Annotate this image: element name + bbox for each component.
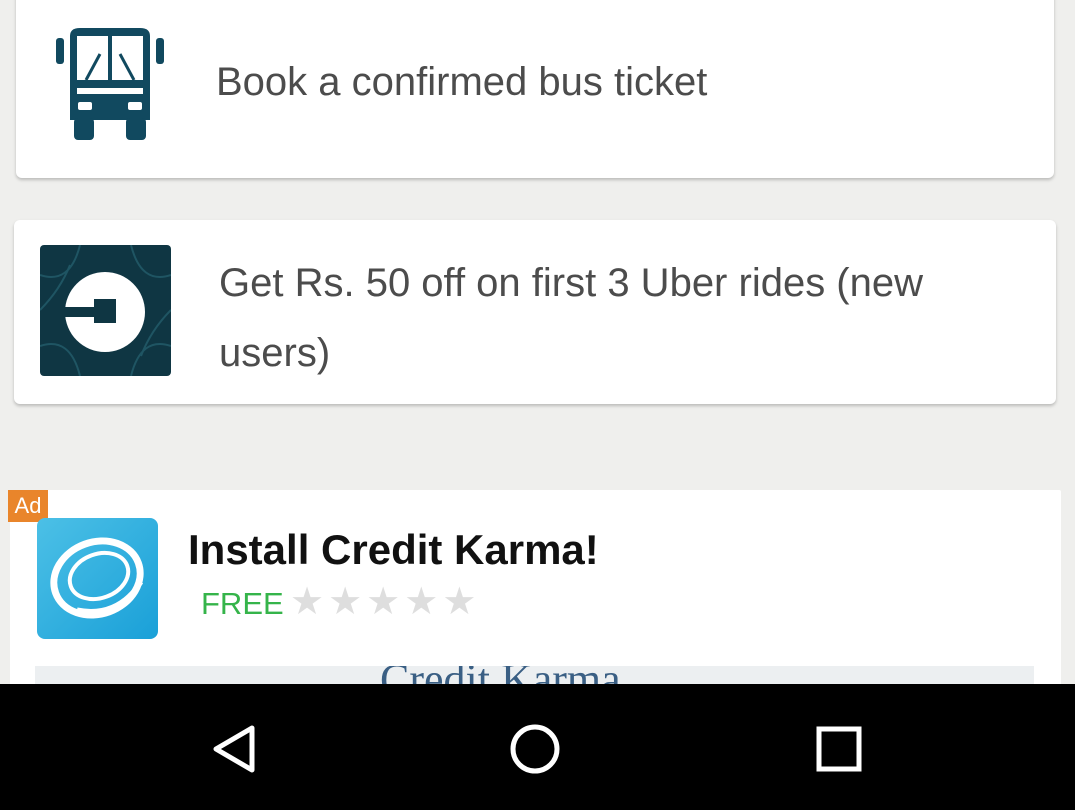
uber-logo-icon [39, 244, 172, 377]
uber-offer-card[interactable]: Get Rs. 50 off on first 3 Uber rides (ne… [14, 220, 1056, 404]
ad-badge: Ad [8, 490, 48, 522]
back-triangle-icon[interactable] [208, 722, 262, 776]
bus-icon [56, 28, 164, 140]
bus-ticket-card[interactable]: Book a confirmed bus ticket [16, 0, 1054, 178]
uber-offer-label: Get Rs. 50 off on first 3 Uber rides (ne… [219, 261, 924, 375]
bus-ticket-label: Book a confirmed bus ticket [216, 60, 708, 104]
android-nav-bar [0, 684, 1075, 810]
star-icon: ★ [404, 581, 439, 623]
star-icon: ★ [290, 581, 325, 623]
home-circle-icon[interactable] [508, 722, 562, 776]
ad-price-label: FREE [201, 586, 284, 621]
ad-title: Install Credit Karma! [188, 526, 599, 573]
recents-square-icon[interactable] [812, 722, 866, 776]
star-icon: ★ [442, 581, 477, 623]
star-icon: ★ [328, 581, 363, 623]
star-icon: ★ [366, 581, 401, 623]
rating-stars: ★ ★ ★ ★ ★ [290, 582, 476, 622]
credit-karma-logo-icon [37, 518, 158, 639]
